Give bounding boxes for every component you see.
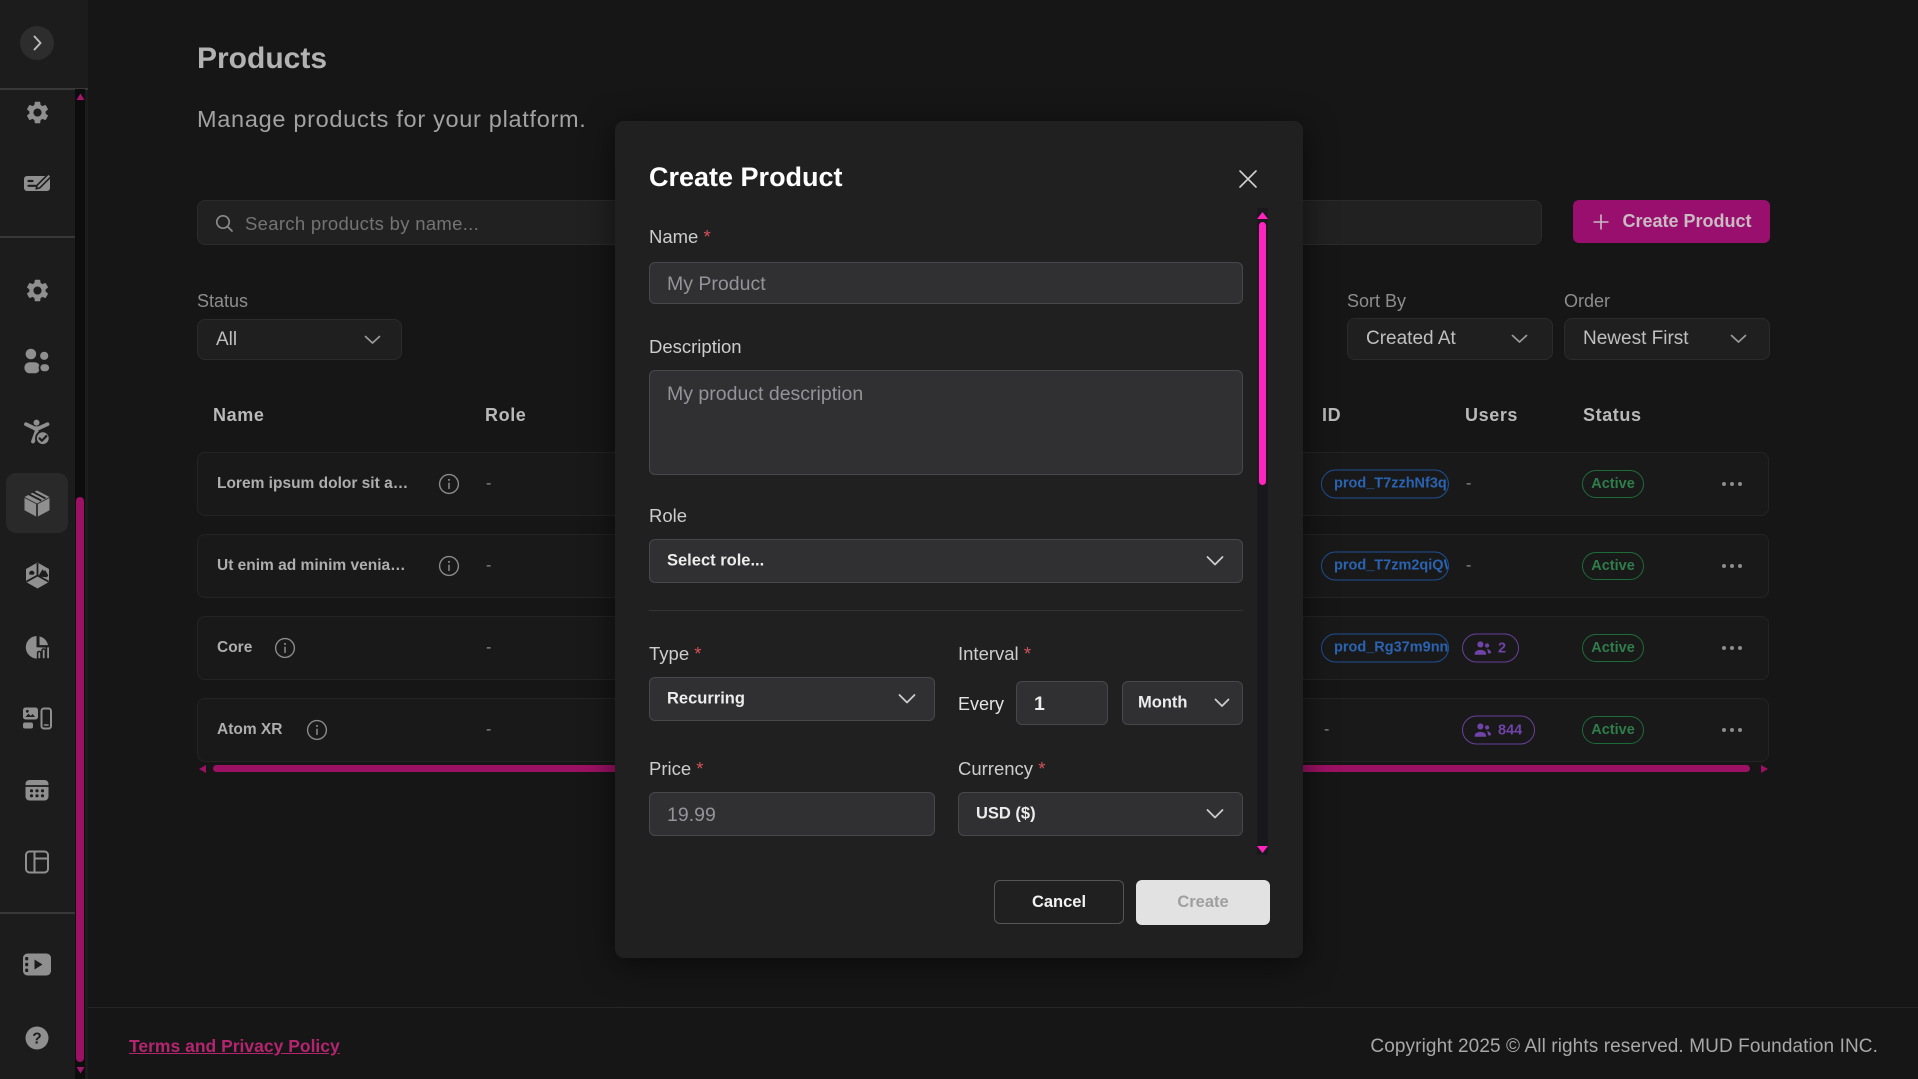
svg-text:?: ? bbox=[32, 1030, 41, 1047]
